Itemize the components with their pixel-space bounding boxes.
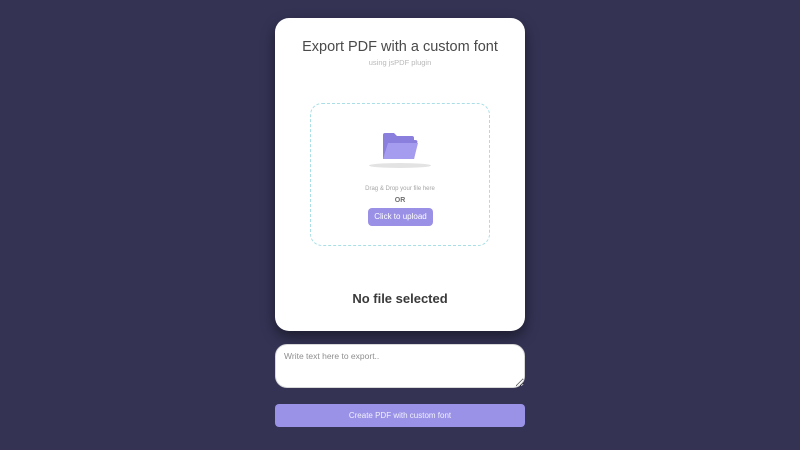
export-text-input[interactable]: [275, 344, 525, 388]
page-subtitle: using jsPDF plugin: [368, 58, 432, 67]
drag-drop-hint: Drag & Drop your file here: [365, 186, 435, 192]
file-dropzone[interactable]: Drag & Drop your file here OR Click to u…: [310, 103, 490, 246]
page-title: Export PDF with a custom font: [302, 39, 498, 55]
folder-open-icon: [383, 133, 418, 159]
upload-button[interactable]: Click to upload: [368, 208, 433, 226]
file-status: No file selected: [352, 291, 448, 306]
or-separator: OR: [394, 197, 406, 204]
upload-card: Export PDF with a custom font using jsPD…: [275, 18, 525, 331]
folder-shadow: [369, 163, 431, 168]
create-pdf-button[interactable]: Create PDF with custom font: [275, 404, 525, 427]
